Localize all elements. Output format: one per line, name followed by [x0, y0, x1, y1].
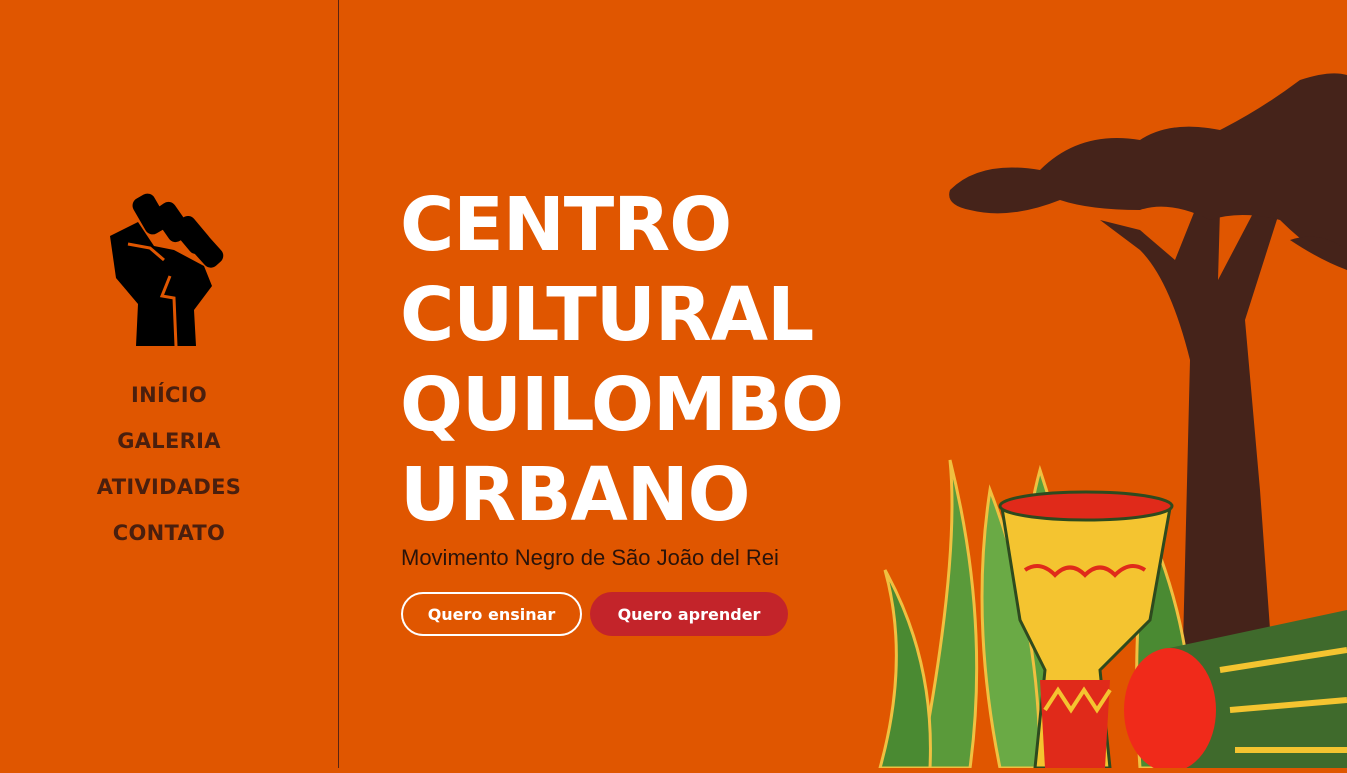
hero-title-line: QUILOMBO — [400, 362, 844, 448]
nav-link-contato[interactable]: CONTATO — [0, 518, 338, 564]
hero-title: CENTRO CULTURAL QUILOMBO URBANO — [400, 180, 844, 540]
main-nav: INÍCIO GALERIA ATIVIDADES CONTATO — [0, 380, 338, 564]
hero-title-line: CULTURAL — [400, 272, 814, 358]
teach-button[interactable]: Quero ensinar — [401, 592, 582, 636]
sidebar: INÍCIO GALERIA ATIVIDADES CONTATO — [0, 0, 339, 768]
nav-link-inicio[interactable]: INÍCIO — [0, 380, 338, 426]
nav-link-galeria[interactable]: GALERIA — [0, 426, 338, 472]
hero-illustration — [840, 60, 1347, 772]
nav-link-atividades[interactable]: ATIVIDADES — [0, 472, 338, 518]
raised-fist-icon[interactable] — [104, 186, 226, 348]
learn-button[interactable]: Quero aprender — [590, 592, 788, 636]
hero-title-line: URBANO — [400, 452, 751, 538]
hero-subtitle: Movimento Negro de São João del Rei — [401, 545, 779, 570]
hero-title-line: CENTRO — [400, 182, 732, 268]
